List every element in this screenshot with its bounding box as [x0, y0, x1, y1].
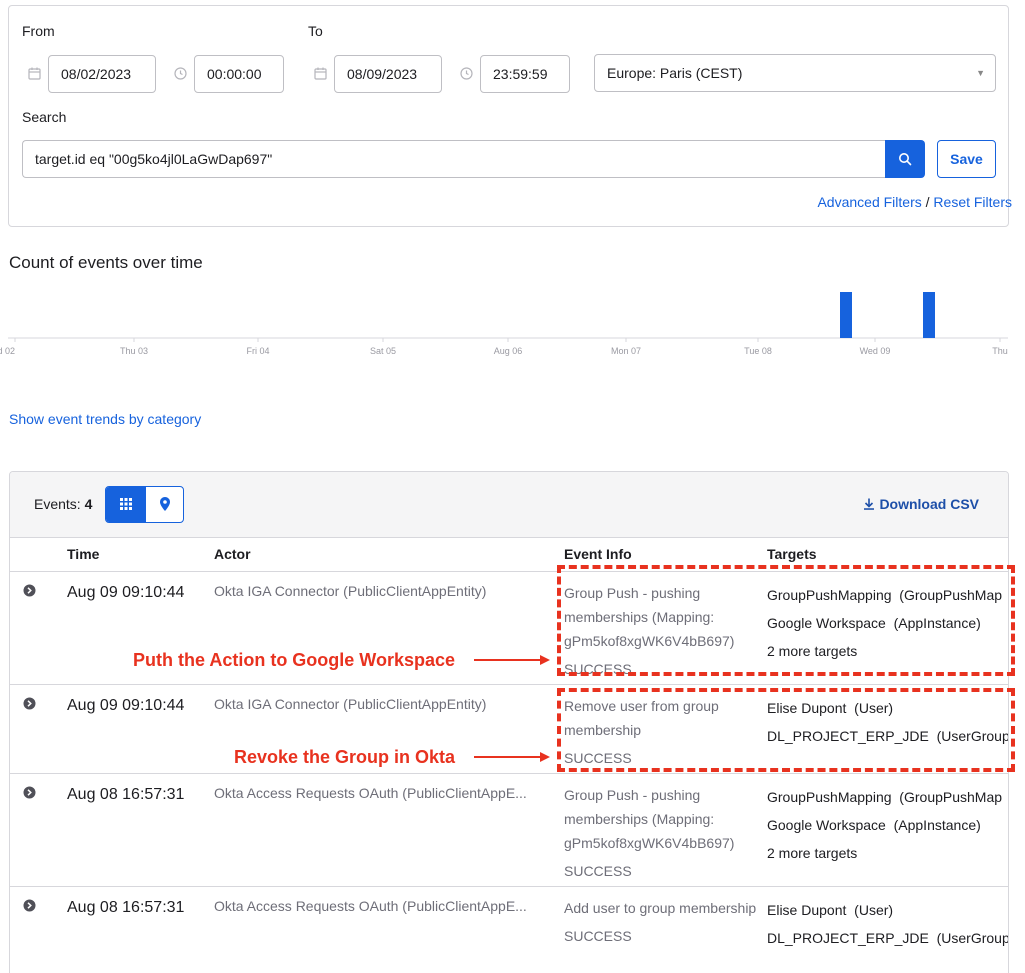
x-tick-label: d 02: [0, 346, 15, 356]
event-status: SUCCESS: [564, 928, 632, 944]
x-tick-label: Aug 06: [494, 346, 523, 356]
events-label: Events:: [34, 496, 81, 512]
timezone-select[interactable]: Europe: Paris (CEST) ▼: [594, 54, 996, 92]
expand-row-icon[interactable]: [23, 697, 36, 710]
x-tick-label: Mon 07: [611, 346, 641, 356]
clock-icon: [460, 67, 473, 80]
arrow-right-icon: [474, 752, 550, 762]
reset-filters-link[interactable]: Reset Filters: [933, 194, 1012, 210]
event-info: Add user to group membership SUCCESS: [564, 896, 759, 948]
events-count-value: 4: [84, 496, 93, 512]
to-date-input[interactable]: 08/09/2023: [334, 55, 442, 93]
search-button[interactable]: [885, 140, 925, 178]
search-icon: [899, 153, 912, 166]
grid-icon: [120, 498, 132, 510]
chart-bar[interactable]: [923, 292, 935, 338]
download-icon: [864, 498, 875, 510]
column-header-targets[interactable]: Targets: [767, 546, 817, 562]
table-row: Aug 08 16:57:31 Okta Access Requests OAu…: [10, 887, 1008, 973]
target-name[interactable]: DL_PROJECT_ERP_JDE: [767, 930, 929, 946]
event-targets: Elise Dupont (User) DL_PROJECT_ERP_JDE (…: [767, 902, 1009, 946]
save-button[interactable]: Save: [937, 140, 996, 178]
annotation-revoke-label: Revoke the Group in Okta: [234, 747, 456, 767]
calendar-icon: [314, 67, 327, 80]
to-time-input[interactable]: 23:59:59: [480, 55, 570, 93]
event-targets: GroupPushMapping (GroupPushMap Google Wo…: [767, 783, 1002, 867]
link-separator: /: [925, 194, 930, 210]
x-tick-label: Tue 08: [744, 346, 772, 356]
event-actor: Okta Access Requests OAuth (PublicClient…: [214, 785, 527, 801]
event-status: SUCCESS: [564, 863, 632, 879]
actor-type: PublicClientAppEntity: [347, 583, 482, 599]
chart-title: Count of events over time: [9, 253, 203, 272]
events-count: Events: 4: [34, 496, 92, 512]
event-description: Group Push - pushing memberships (Mappin…: [564, 787, 735, 851]
column-header-actor[interactable]: Actor: [214, 546, 251, 562]
x-tick-label: Sat 05: [370, 346, 396, 356]
filter-links: Advanced Filters / Reset Filters: [817, 194, 1012, 210]
to-label: To: [308, 23, 323, 39]
show-event-trends-link[interactable]: Show event trends by category: [9, 411, 201, 427]
x-tick-label: Thu 03: [120, 346, 148, 356]
events-chart: d 02 Thu 03 Fri 04 Sat 05 Aug 06 Mon 07 Tue 08…: [0, 292, 1008, 356]
download-csv-label: Download CSV: [879, 496, 979, 512]
calendar-icon: [28, 67, 41, 80]
event-actor: Okta IGA Connector (PublicClientAppEntit…: [214, 583, 487, 599]
actor-type: PublicClientAppE...: [406, 785, 527, 801]
event-description: Add user to group membership: [564, 900, 757, 916]
from-time-input[interactable]: 00:00:00: [194, 55, 284, 93]
target-name[interactable]: GroupPushMapping: [767, 789, 892, 805]
column-header-event-info[interactable]: Event Info: [564, 546, 632, 562]
x-tick-label: Wed 09: [860, 346, 891, 356]
actor-type: PublicClientAppE...: [406, 898, 527, 914]
grid-view-button[interactable]: [106, 487, 146, 522]
target-type: UserGroup: [941, 930, 1009, 946]
map-pin-icon: [160, 497, 170, 511]
advanced-filters-link[interactable]: Advanced Filters: [817, 194, 921, 210]
actor-type: PublicClientAppEntity: [347, 696, 482, 712]
event-actor: Okta IGA Connector (PublicClientAppEntit…: [214, 696, 487, 712]
actor-name[interactable]: Okta Access Requests OAuth: [214, 785, 398, 801]
chevron-down-icon: ▼: [976, 68, 985, 78]
chart-bar[interactable]: [840, 292, 852, 338]
event-time: Aug 08 16:57:31: [67, 786, 185, 803]
target-name[interactable]: Elise Dupont: [767, 902, 846, 918]
annotation-box-push: [557, 565, 1015, 676]
target-type: GroupPushMap: [903, 789, 1003, 805]
actor-name[interactable]: Okta IGA Connector: [214, 583, 339, 599]
map-view-button[interactable]: [146, 487, 183, 522]
timezone-value: Europe: Paris (CEST): [607, 65, 743, 81]
event-actor: Okta Access Requests OAuth (PublicClient…: [214, 898, 527, 914]
search-input[interactable]: target.id eq "00g5ko4jl0LaGwDap697": [22, 140, 886, 178]
event-time: Aug 09 09:10:44: [67, 697, 185, 714]
event-time: Aug 08 16:57:31: [67, 899, 185, 916]
expand-row-icon[interactable]: [23, 584, 36, 597]
expand-row-icon[interactable]: [23, 786, 36, 799]
event-info: Group Push - pushing memberships (Mappin…: [564, 783, 759, 883]
column-header-time[interactable]: Time: [67, 546, 99, 562]
view-toggle: [105, 486, 184, 523]
arrow-right-icon: [474, 655, 550, 665]
table-row: Aug 08 16:57:31 Okta Access Requests OAu…: [10, 774, 1008, 887]
target-type: User: [858, 902, 889, 918]
from-date-input[interactable]: 08/02/2023: [48, 55, 156, 93]
target-type: AppInstance: [898, 817, 977, 833]
annotation-box-revoke: [557, 688, 1015, 772]
search-label: Search: [22, 109, 67, 125]
x-tick-label: Thu: [992, 346, 1008, 356]
from-label: From: [22, 23, 55, 39]
more-targets-link[interactable]: 2 more targets: [767, 839, 1002, 867]
expand-row-icon[interactable]: [23, 899, 36, 912]
target-name[interactable]: Google Workspace: [767, 817, 886, 833]
x-tick-label: Fri 04: [246, 346, 269, 356]
clock-icon: [174, 67, 187, 80]
actor-name[interactable]: Okta Access Requests OAuth: [214, 898, 398, 914]
events-toolbar: Events: 4 Download CSV: [10, 472, 1008, 538]
annotation-push-label: Puth the Action to Google Workspace: [133, 650, 456, 670]
actor-name[interactable]: Okta IGA Connector: [214, 696, 339, 712]
event-time: Aug 09 09:10:44: [67, 584, 185, 601]
download-csv-button[interactable]: Download CSV: [863, 496, 979, 512]
